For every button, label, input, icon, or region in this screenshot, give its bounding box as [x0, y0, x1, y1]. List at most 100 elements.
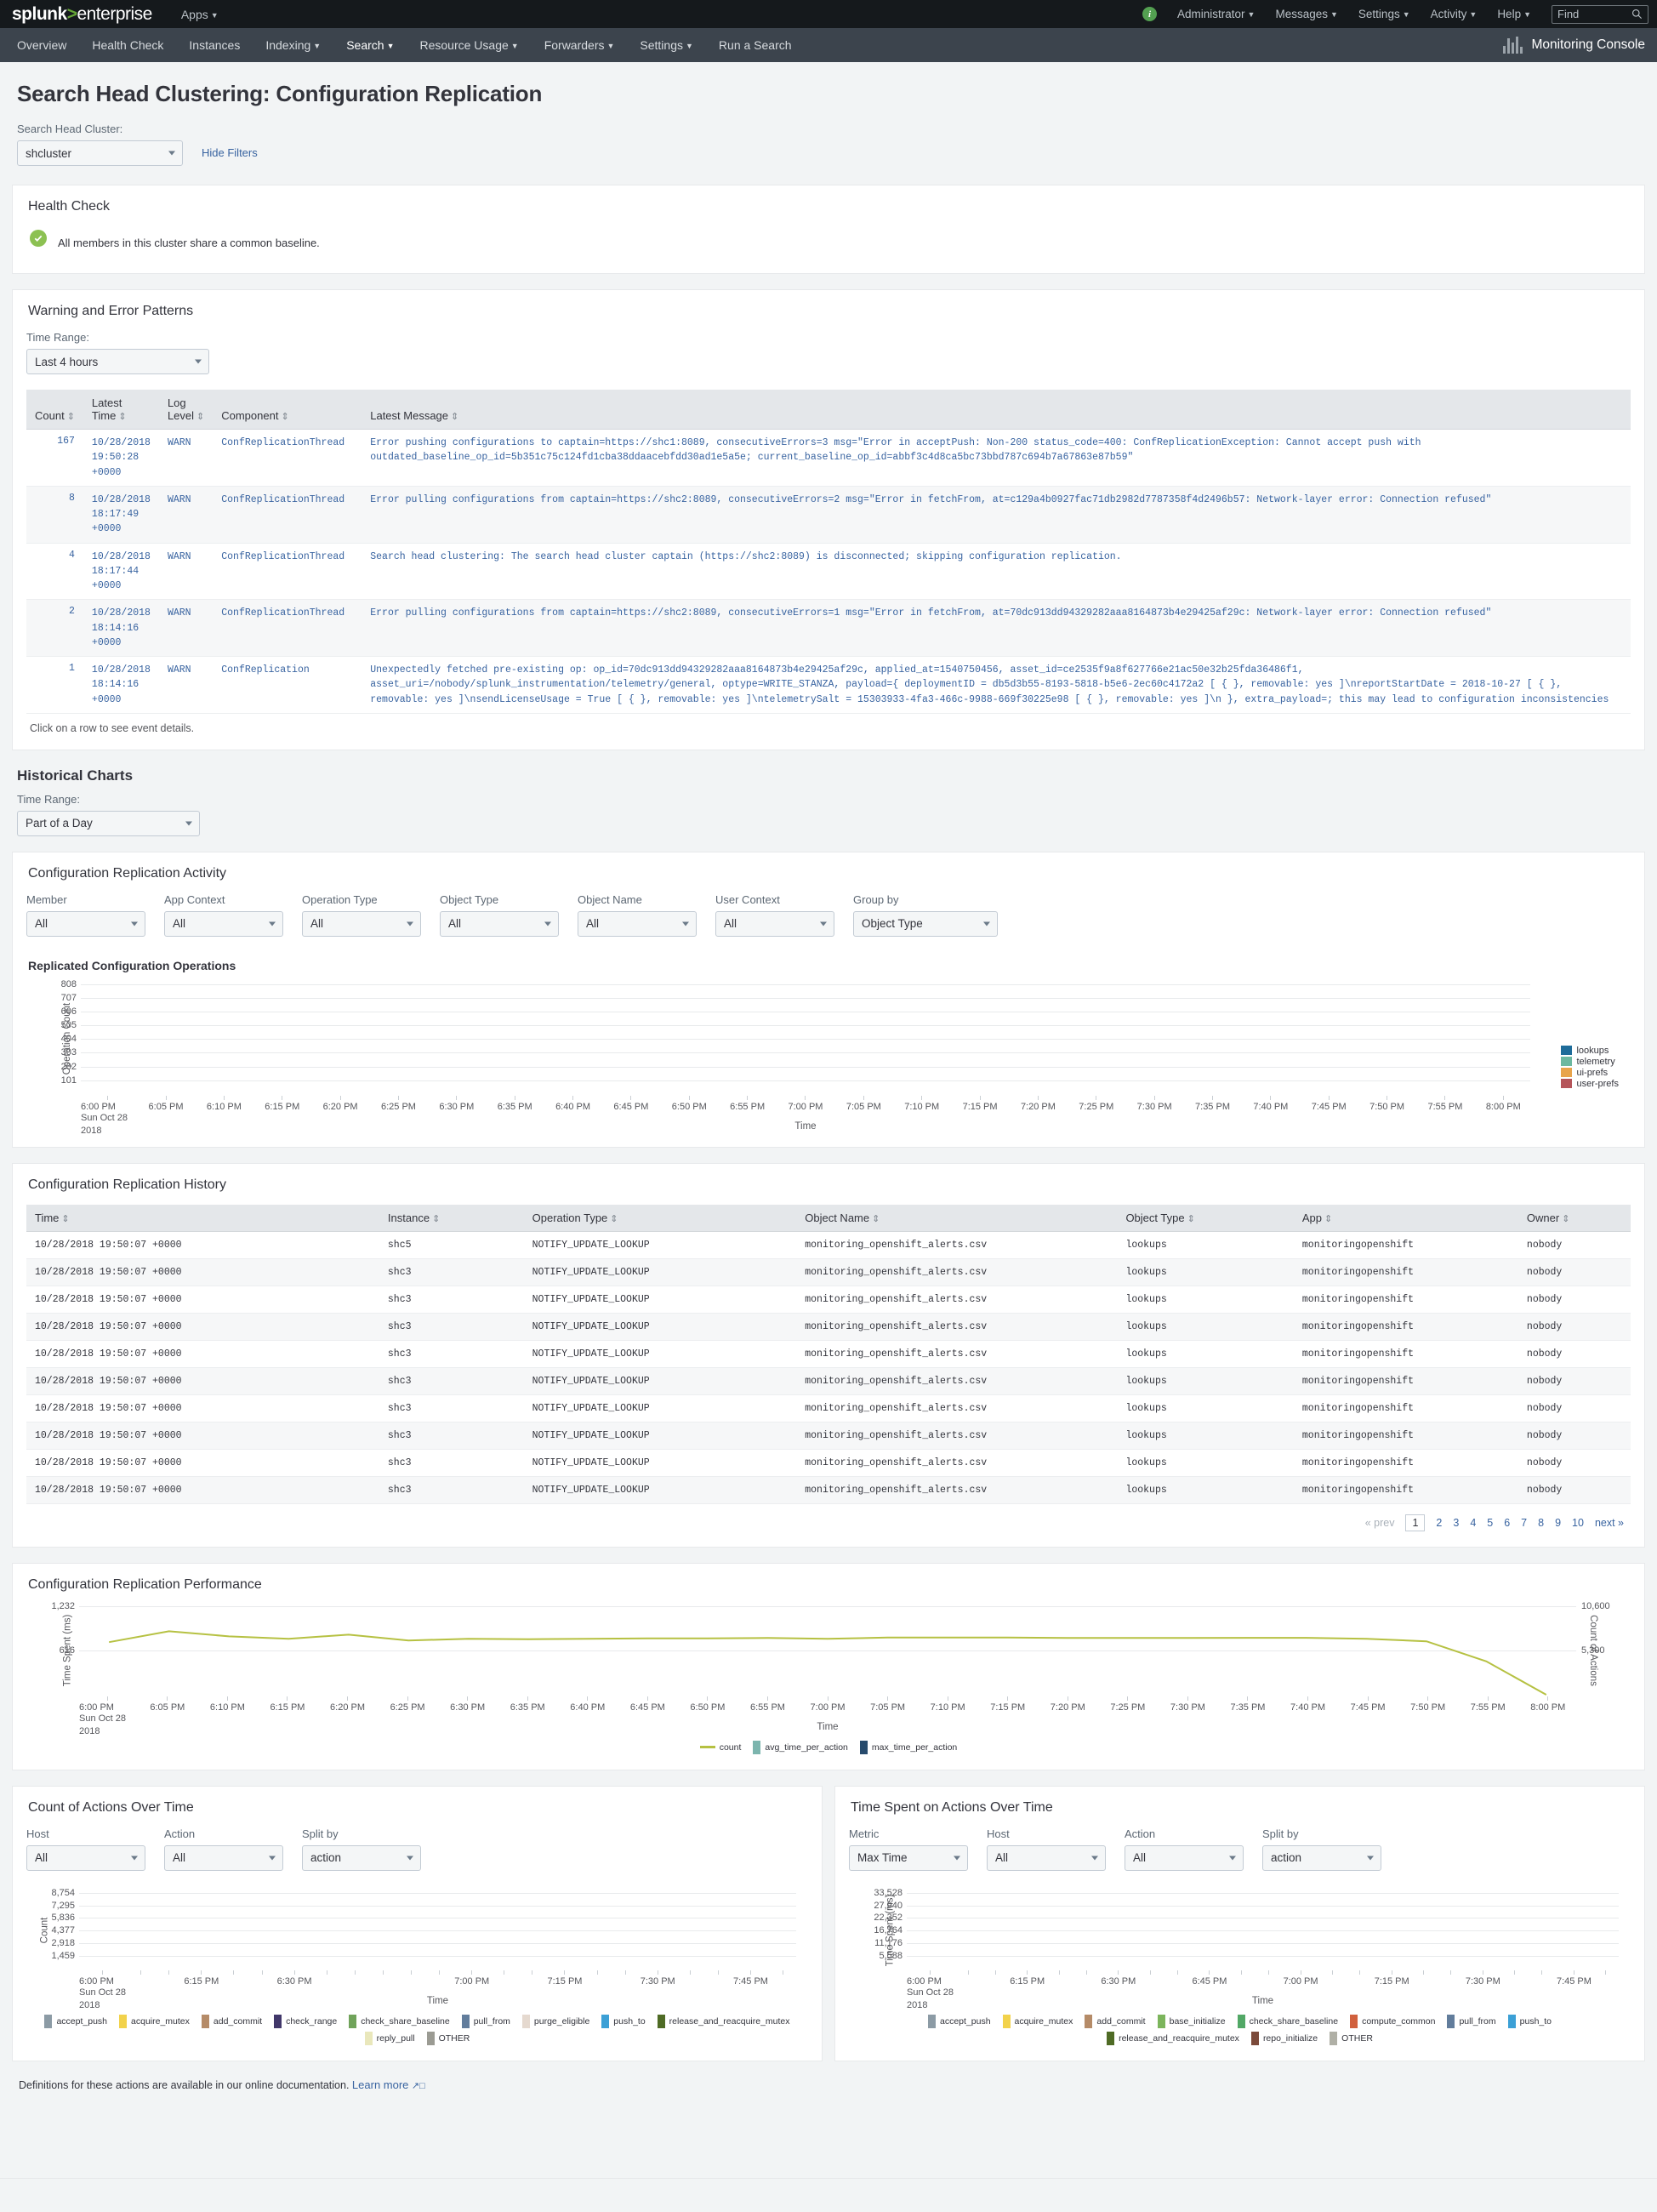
apps-menu[interactable]: Apps ▼: [181, 8, 219, 21]
info-icon[interactable]: i: [1142, 7, 1158, 21]
nav-item-health-check[interactable]: Health Check: [92, 38, 163, 52]
legend-entry[interactable]: repo_initialize: [1250, 2031, 1318, 2045]
legend-entry[interactable]: base_initialize: [1157, 2014, 1226, 2028]
table-row[interactable]: 10/28/2018 19:50:07 +0000 shc3 NOTIFY_UPDA…: [26, 1258, 1631, 1286]
legend-entry[interactable]: release_and_reacquire_mutex: [657, 2014, 790, 2028]
filter-select[interactable]: action: [1262, 1844, 1381, 1871]
filter-select[interactable]: All: [164, 1844, 283, 1871]
nav-item-resource-usage[interactable]: Resource Usage ▼: [419, 38, 518, 52]
pager-page-8[interactable]: 8: [1538, 1517, 1544, 1529]
legend-entry[interactable]: telemetry: [1561, 1057, 1619, 1067]
table-row[interactable]: 2 10/28/2018 18:14:16 +0000 WARN ConfRep…: [26, 599, 1631, 657]
nav-item-forwarders[interactable]: Forwarders ▼: [544, 38, 615, 52]
nav-item-instances[interactable]: Instances: [189, 38, 240, 52]
filter-select[interactable]: Max Time: [849, 1844, 968, 1871]
col-count[interactable]: Count ⇕: [26, 390, 83, 430]
legend-entry[interactable]: pull_from: [461, 2014, 510, 2028]
table-row[interactable]: 10/28/2018 19:50:07 +0000 shc3 NOTIFY_UPDA…: [26, 1286, 1631, 1314]
legend-entry[interactable]: OTHER: [426, 2031, 470, 2045]
table-row[interactable]: 1 10/28/2018 18:14:16 +0000 WARN ConfRep…: [26, 656, 1631, 714]
messages-menu[interactable]: Messages ▼: [1275, 8, 1337, 20]
activity-menu[interactable]: Activity ▼: [1431, 8, 1478, 20]
pager-page-7[interactable]: 7: [1521, 1517, 1527, 1529]
filter-select[interactable]: All: [164, 910, 283, 937]
pager-page-2[interactable]: 2: [1436, 1517, 1442, 1529]
col-latest-time[interactable]: Latest Time ⇕: [83, 390, 159, 430]
col-app[interactable]: App ⇕: [1293, 1204, 1518, 1232]
table-row[interactable]: 10/28/2018 19:50:07 +0000 shc3 NOTIFY_UPDA…: [26, 1449, 1631, 1477]
learn-more-link[interactable]: Learn more: [352, 2078, 408, 2091]
filter-select[interactable]: All: [1125, 1844, 1244, 1871]
filter-select[interactable]: All: [440, 910, 559, 937]
legend-entry[interactable]: reply_pull: [364, 2031, 415, 2045]
col-object-name[interactable]: Object Name ⇕: [796, 1204, 1118, 1232]
col-time[interactable]: Time ⇕: [26, 1204, 379, 1232]
pager-page-6[interactable]: 6: [1504, 1517, 1510, 1529]
filter-select[interactable]: action: [302, 1844, 421, 1871]
legend-entry[interactable]: pull_from: [1447, 2014, 1496, 2028]
legend-entry[interactable]: avg_time_per_action: [753, 1740, 848, 1754]
legend-entry[interactable]: check_share_baseline: [1237, 2014, 1338, 2028]
nav-item-overview[interactable]: Overview: [17, 38, 66, 52]
legend-entry[interactable]: acquire_mutex: [1002, 2014, 1073, 2028]
col-latest-message[interactable]: Latest Message ⇕: [362, 390, 1631, 430]
table-row[interactable]: 10/28/2018 19:50:07 +0000 shc3 NOTIFY_UPDA…: [26, 1394, 1631, 1422]
pager-page-4[interactable]: 4: [1470, 1517, 1476, 1529]
legend-entry[interactable]: accept_push: [927, 2014, 991, 2028]
legend-entry[interactable]: ui-prefs: [1561, 1068, 1619, 1078]
nav-item-indexing[interactable]: Indexing ▼: [265, 38, 321, 52]
legend-entry[interactable]: push_to: [1507, 2014, 1552, 2028]
legend-entry[interactable]: max_time_per_action: [859, 1740, 957, 1754]
filter-select[interactable]: All: [26, 1844, 145, 1871]
pager-page-9[interactable]: 9: [1555, 1517, 1561, 1529]
nav-item-run-a-search[interactable]: Run a Search: [719, 38, 792, 52]
legend-entry[interactable]: check_share_baseline: [349, 2014, 450, 2028]
table-row[interactable]: 10/28/2018 19:50:07 +0000 shc3 NOTIFY_UPDA…: [26, 1367, 1631, 1395]
col-instance[interactable]: Instance ⇕: [379, 1204, 524, 1232]
legend-entry[interactable]: purge_eligible: [521, 2014, 589, 2028]
legend-entry[interactable]: count: [699, 1741, 741, 1754]
pager-page-3[interactable]: 3: [1453, 1517, 1459, 1529]
filter-select[interactable]: All: [715, 910, 834, 937]
legend-entry[interactable]: lookups: [1561, 1046, 1619, 1056]
col-object-type[interactable]: Object Type ⇕: [1117, 1204, 1294, 1232]
splunk-logo[interactable]: splunk>enterprise: [12, 4, 152, 25]
warning-time-range-select[interactable]: Last 4 hours: [26, 349, 209, 374]
legend-entry[interactable]: user-prefs: [1561, 1079, 1619, 1089]
legend-entry[interactable]: check_range: [274, 2014, 337, 2028]
filter-select[interactable]: All: [26, 910, 145, 937]
pager-next[interactable]: next »: [1595, 1517, 1624, 1529]
table-row[interactable]: 4 10/28/2018 18:17:44 +0000 WARN ConfRep…: [26, 543, 1631, 601]
col-owner[interactable]: Owner ⇕: [1517, 1204, 1631, 1232]
filter-select[interactable]: All: [987, 1844, 1106, 1871]
filter-select[interactable]: All: [302, 910, 421, 937]
col-component[interactable]: Component ⇕: [213, 390, 362, 430]
filter-select[interactable]: All: [578, 910, 697, 937]
help-menu[interactable]: Help ▼: [1497, 8, 1531, 20]
hide-filters-link[interactable]: Hide Filters: [202, 146, 258, 159]
nav-item-settings[interactable]: Settings ▼: [640, 38, 693, 52]
historical-time-range-select[interactable]: Part of a Day: [17, 810, 200, 836]
legend-entry[interactable]: add_commit: [201, 2014, 262, 2028]
pager-page-10[interactable]: 10: [1572, 1517, 1584, 1529]
legend-entry[interactable]: OTHER: [1330, 2031, 1373, 2045]
legend-entry[interactable]: compute_common: [1350, 2014, 1435, 2028]
settings-menu[interactable]: Settings ▼: [1358, 8, 1410, 20]
legend-entry[interactable]: add_commit: [1085, 2014, 1146, 2028]
table-row[interactable]: 10/28/2018 19:50:07 +0000 shc3 NOTIFY_UPDA…: [26, 1422, 1631, 1450]
col-log-level[interactable]: Log Level ⇕: [158, 390, 214, 430]
search-head-cluster-select[interactable]: shcluster: [17, 140, 183, 166]
table-row[interactable]: 10/28/2018 19:50:07 +0000 shc3 NOTIFY_UPDA…: [26, 1313, 1631, 1341]
legend-entry[interactable]: push_to: [601, 2014, 646, 2028]
legend-entry[interactable]: accept_push: [44, 2014, 107, 2028]
table-row[interactable]: 167 10/28/2018 19:50:28 +0000 WARN ConfR…: [26, 429, 1631, 487]
table-row[interactable]: 10/28/2018 19:50:07 +0000 shc3 NOTIFY_UPDA…: [26, 1476, 1631, 1504]
table-row[interactable]: 10/28/2018 19:50:07 +0000 shc5 NOTIFY_UPDA…: [26, 1231, 1631, 1259]
legend-entry[interactable]: acquire_mutex: [119, 2014, 190, 2028]
pager-page-1[interactable]: 1: [1405, 1514, 1426, 1531]
col-operation-type[interactable]: Operation Type ⇕: [523, 1204, 797, 1232]
find-input[interactable]: Find: [1552, 4, 1648, 24]
table-row[interactable]: 10/28/2018 19:50:07 +0000 shc3 NOTIFY_UPDA…: [26, 1340, 1631, 1368]
legend-entry[interactable]: release_and_reacquire_mutex: [1107, 2031, 1239, 2045]
table-row[interactable]: 8 10/28/2018 18:17:49 +0000 WARN ConfRep…: [26, 486, 1631, 544]
